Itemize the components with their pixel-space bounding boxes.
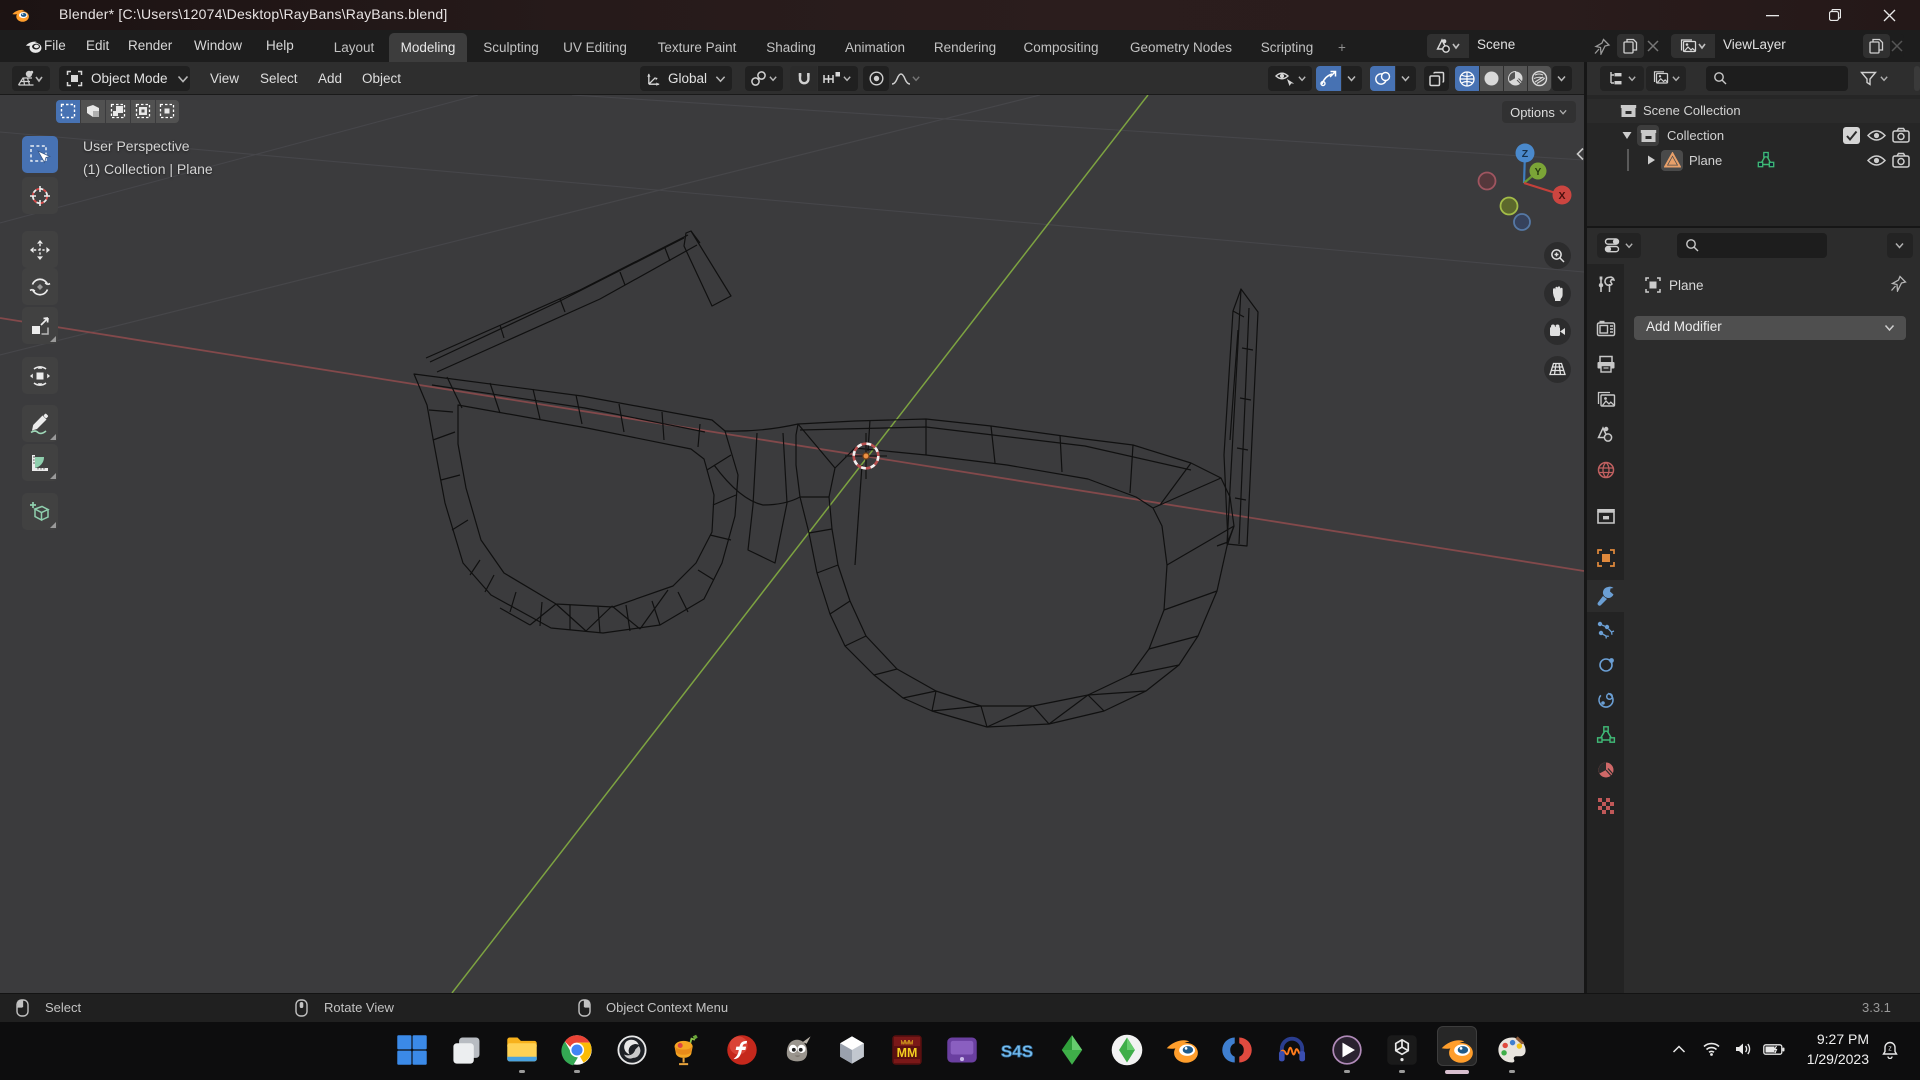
svg-text:Z: Z — [1522, 148, 1529, 160]
svg-text:z: z — [1888, 1046, 1892, 1053]
svg-text:X: X — [1558, 190, 1565, 202]
svg-text:S4S: S4S — [1001, 1042, 1033, 1061]
svg-text:Y: Y — [1535, 167, 1542, 178]
svg-text:MM: MM — [897, 1046, 918, 1060]
